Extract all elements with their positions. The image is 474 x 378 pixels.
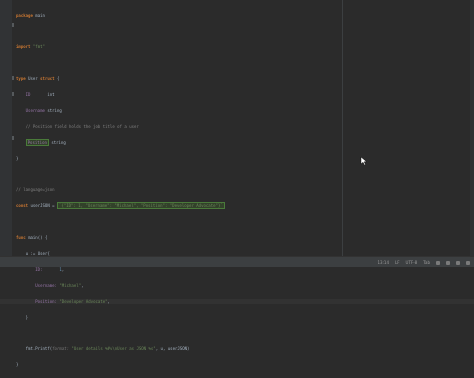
field-name: ID (25, 92, 31, 98)
code-content[interactable]: package main import "fmt" type User stru… (0, 2, 474, 378)
identifier: main (35, 12, 45, 18)
field-key: Username: (35, 282, 57, 288)
code-line: Username string (16, 108, 474, 113)
punctuation: } (16, 155, 19, 161)
parameter-hint: format: (52, 346, 69, 352)
code-line: package main (16, 13, 474, 18)
code-line: import "fmt" (16, 44, 474, 49)
cursor-position[interactable]: 13:14 (377, 260, 389, 265)
code-line: type User struct { (16, 76, 474, 81)
number-literal: 1 (59, 266, 62, 272)
fold-marker[interactable] (12, 136, 14, 140)
keyword: type (16, 76, 26, 82)
keyword: const (16, 203, 29, 209)
function-call: fmt.Printf( (25, 346, 53, 352)
file-encoding[interactable]: UTF-8 (406, 260, 418, 265)
string-literal: "User details %#v\nUser as JSON %s" (71, 346, 156, 352)
string-literal: "Michael" (59, 282, 82, 288)
string-literal: `{"ID": 1, "Username": "Michael", "Posit… (57, 202, 225, 210)
keyword: func (16, 235, 26, 241)
field-key: ID: (35, 266, 43, 272)
punctuation: } (16, 362, 19, 368)
identifier: User (28, 76, 38, 82)
inspector-icon[interactable] (456, 260, 460, 265)
string-literal: "Developer Advocate" (59, 298, 108, 304)
code-line: } (16, 362, 474, 367)
field-name: Position (25, 138, 49, 146)
comment: // language=json (16, 187, 55, 193)
identifier: main() (28, 235, 43, 241)
string-literal: "fmt" (32, 44, 45, 50)
arguments: , u, userJSON) (155, 346, 190, 352)
punctuation: } (25, 314, 29, 320)
field-name: Username (25, 107, 45, 113)
code-line: ID: 1, (35, 266, 65, 272)
code-line: // Position field holds the job title of… (16, 124, 474, 129)
code-editor[interactable]: package main import "fmt" type User stru… (0, 0, 474, 367)
line-separator[interactable]: LF (395, 260, 400, 265)
notifications-icon[interactable] (466, 260, 470, 265)
identifier: userJSON (30, 203, 50, 209)
type-name: int (47, 92, 55, 98)
code-line: Position string (16, 138, 474, 146)
code-line: func main() { (16, 235, 474, 240)
punctuation: { (44, 235, 48, 241)
mouse-pointer-icon (360, 156, 368, 166)
code-line: Username: "Michael", (35, 282, 84, 288)
code-line: fmt.Printf(format: "User details %#v\nUs… (16, 346, 474, 351)
code-line: } (16, 156, 474, 161)
field-key: Position: (35, 298, 57, 304)
type-name: string (47, 107, 62, 113)
indent-setting[interactable]: Tab (423, 260, 430, 265)
punctuation: { (57, 76, 60, 82)
operator: = (52, 203, 55, 209)
code-line-current: Position: "Developer Advocate", (0, 298, 474, 304)
lock-icon[interactable] (436, 260, 440, 265)
comment: // Position field holds the job title of… (25, 123, 139, 129)
code-line: // language=json (16, 187, 474, 192)
code-line: const userJSON = `{"ID": 1, "Username": … (16, 202, 474, 210)
fold-marker[interactable] (12, 92, 14, 96)
git-icon[interactable] (446, 260, 450, 265)
type-name: string (51, 139, 66, 145)
line-gutter[interactable] (0, 0, 12, 256)
keyword: import (16, 44, 31, 50)
keyword: struct (40, 76, 55, 82)
fold-marker[interactable] (12, 23, 14, 27)
status-bar: 13:14 LF UTF-8 Tab (0, 256, 474, 267)
fold-marker[interactable] (12, 76, 14, 80)
keyword: package (16, 12, 33, 18)
code-line: } (16, 315, 474, 320)
code-line: ID int (16, 92, 474, 97)
